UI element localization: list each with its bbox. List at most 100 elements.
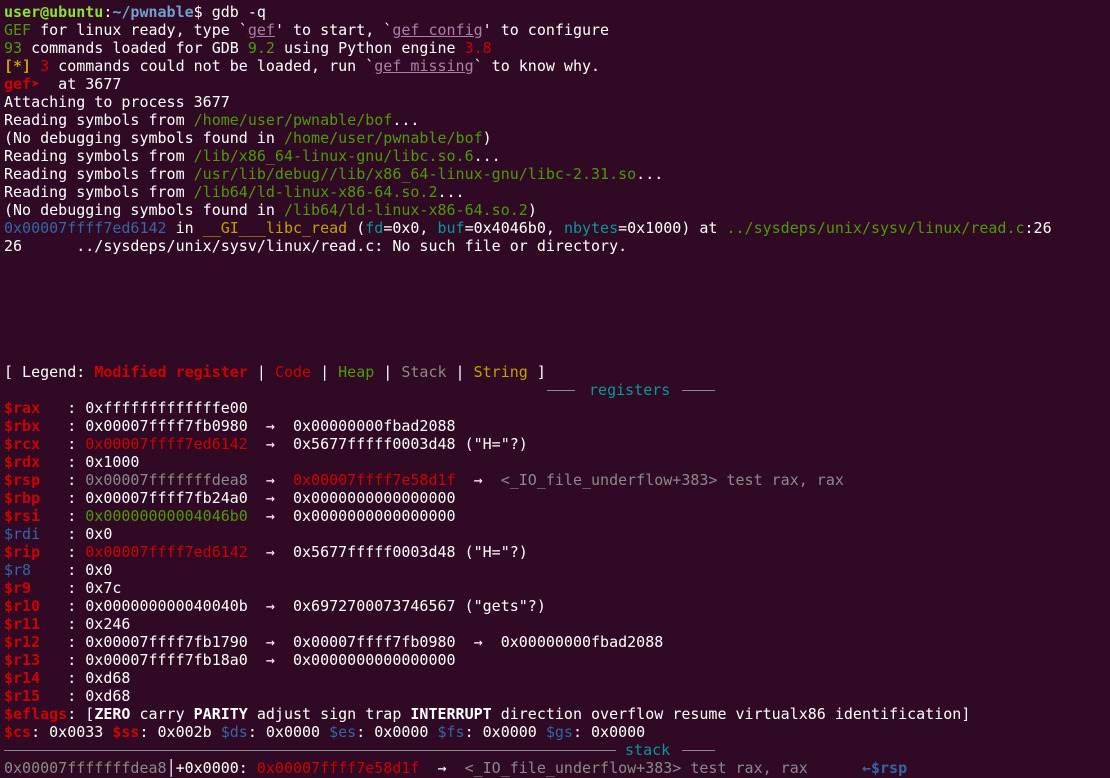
eflag-item: virtualx86 [735,705,826,723]
frame-function: __GI___libc_read [202,219,348,237]
register-name: $rdi [4,525,68,543]
segment-register-value: : 0x0000 [356,723,438,741]
register-row: $rbp : 0x00007ffff7fb24a0 → 0x0000000000… [4,489,1110,507]
register-value: 0x00007fffffffdea8 [85,471,248,489]
arrow-icon: → [247,543,293,561]
legend-code: Code [274,363,312,381]
banner-text: using Python engine [274,39,465,57]
arrow-icon: → [247,435,293,453]
arrow-icon: → [455,633,501,651]
register-row: $r8 : 0x0 [4,561,1110,579]
separator-rule [547,390,575,391]
output-text: Reading symbols from [4,111,194,129]
stack-offset: │+0x0000: [166,759,257,777]
gef-config-command-link: gef config [392,21,483,39]
register-name: $r14 [4,669,68,687]
register-value: 0xd68 [85,687,131,705]
register-row: $rsp : 0x00007fffffffdea8 → 0x00007ffff7… [4,471,1110,489]
banner-text: ' to configure [482,21,610,39]
no-debug-symbols-line: (No debugging symbols found in /lib64/ld… [4,201,1110,219]
output-text: ... [437,183,465,201]
register-value: 0xfffffffffffffe00 [85,399,248,417]
frame-arg-name: fd [365,219,384,237]
register-row: $rax : 0xfffffffffffffe00 [4,399,1110,417]
register-row: $rbx : 0x00007ffff7fb0980 → 0x00000000fb… [4,417,1110,435]
gef-command-link: gef [247,21,275,39]
register-colon: : [67,471,86,489]
file-path: /home/user/pwnable/bof [193,111,393,129]
output-text: (No debugging symbols found in [4,129,284,147]
output-text: ( [347,219,366,237]
register-deref-value: 0x0000000000000000 [293,651,456,669]
frame-arg-value: =0x1000) at [618,219,727,237]
gef-prompt-label: gef➤ [4,75,50,93]
register-name: $rsi [4,507,68,525]
register-deref-value: 0x5677fffff0003d48 ("H="?) [293,435,528,453]
file-path: /home/user/pwnable/bof [283,129,483,147]
prompt-dollar: $ [193,3,212,21]
register-colon: : [67,579,86,597]
stack-frame-line: 0x00007ffff7ed6142 in __GI___libc_read (… [4,219,1110,237]
gef-prompt-command: at 3677 [49,75,122,93]
register-row: $r13 : 0x00007ffff7fb18a0 → 0x0000000000… [4,651,1110,669]
banner-text: commands loaded for GDB [22,39,248,57]
register-name: $r13 [4,651,68,669]
register-value: 0x00007ffff7ed6142 [85,543,248,561]
register-name: $rbx [4,417,68,435]
reading-symbols-line: Reading symbols from /lib64/ld-linux-x86… [4,183,1110,201]
stack-section-header: stack [4,741,1110,759]
gef-banner-line-1: GEF for linux ready, type `gef' to start… [4,21,1110,39]
register-colon: : [67,561,86,579]
eflag-item: overflow [591,705,664,723]
segment-register-name: $gs [545,723,573,741]
legend-open: [ Legend: [4,363,95,381]
frame-source-file: ../sysdeps/unix/sysv/linux/read.c [726,219,1025,237]
register-name: $rip [4,543,68,561]
banner-text: ` to know why. [473,57,601,75]
frame-arg-name: nbytes [563,219,619,237]
arrow-icon: → [247,471,293,489]
register-value: 0x7c [85,579,122,597]
gef-prompt-line: gef➤ at 3677 [4,75,1110,93]
register-row: $rip : 0x00007ffff7ed6142 → 0x5677fffff0… [4,543,1110,561]
register-row: $r15 : 0xd68 [4,687,1110,705]
legend-line: [ Legend: Modified register | Code | Hea… [4,363,1110,381]
register-colon: : [67,615,86,633]
register-row: $r10 : 0x000000000040040b → 0x6972700073… [4,597,1110,615]
output-text: in [166,219,203,237]
register-name: $rax [4,399,68,417]
stack-symbol: <_IO_file_underflow+383> test rax, rax [464,759,808,777]
registers-list: $rax : 0xfffffffffffffe00 $rbx : 0x00007f… [4,399,1110,705]
register-row: $r12 : 0x00007ffff7fb1790 → 0x00007ffff7… [4,633,1110,651]
arrow-icon: → [247,417,293,435]
register-row: $rcx : 0x00007ffff7ed6142 → 0x5677fffff0… [4,435,1110,453]
register-name: $r11 [4,615,68,633]
terminal-window[interactable]: user@ubuntu:~/pwnable$ gdb -q GEF for li… [0,0,1110,778]
register-row: $r9 : 0x7c [4,579,1110,597]
legend-separator: | [311,363,339,381]
eflag-item: adjust [256,705,312,723]
register-value: 0x0 [85,525,113,543]
register-name: $r8 [4,561,68,579]
banner-text: for linux ready, type ` [31,21,248,39]
separator-rule [682,750,715,751]
register-value: 0xd68 [85,669,131,687]
register-value: 0x00007ffff7fb18a0 [85,651,248,669]
register-value: 0x000000000040040b [85,597,248,615]
arrow-icon: → [247,507,293,525]
register-row: $r14 : 0xd68 [4,669,1110,687]
reading-symbols-line: Reading symbols from /lib/x86_64-linux-g… [4,147,1110,165]
register-colon: : [67,525,86,543]
prompt-path: ~/pwnable [112,3,194,21]
register-name: $rsp [4,471,68,489]
legend-modified-register: Modified register [94,363,248,381]
register-colon: : [67,489,86,507]
arrow-icon: → [247,489,293,507]
register-colon: : [67,417,86,435]
reading-symbols-line: Reading symbols from /home/user/pwnable/… [4,111,1110,129]
file-path: /lib64/ld-linux-x86-64.so.2 [193,183,438,201]
